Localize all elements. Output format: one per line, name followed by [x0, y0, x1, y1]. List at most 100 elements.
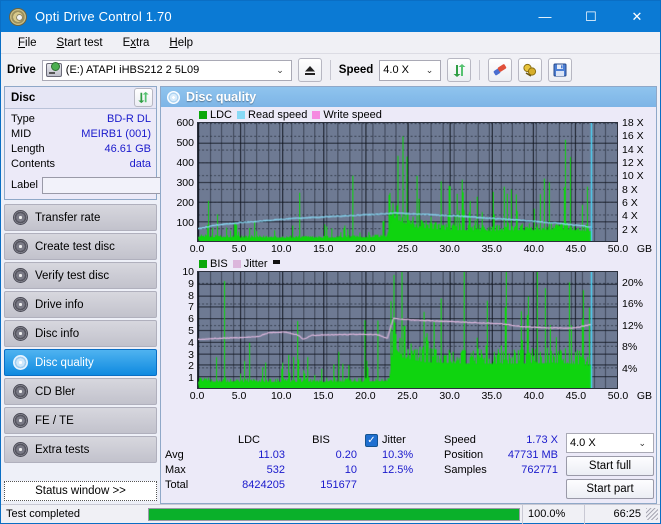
legend-swatch: [237, 111, 246, 119]
toolbar-separator: [329, 60, 331, 80]
stats-header-bis: BIS: [312, 434, 330, 446]
disc-icon: [13, 384, 28, 399]
eject-button[interactable]: [297, 58, 322, 82]
y2-tick-label: 12 X: [622, 157, 644, 169]
sidebar-item-drive-info[interactable]: Drive info: [4, 291, 157, 318]
clamp-button[interactable]: [518, 58, 543, 82]
resize-grip[interactable]: [646, 508, 658, 520]
disc-row-contents: Contents data: [11, 157, 151, 172]
jitter-values: Jitter 10.3% 12.5%: [382, 433, 434, 499]
disc-row-key: Type: [11, 113, 35, 125]
jitter-value-max: 12.5%: [382, 464, 414, 476]
sidebar-item-transfer-rate[interactable]: Transfer rate: [4, 204, 157, 231]
x-tick-label: 25.0: [397, 390, 418, 402]
stats-bis-max: 10: [344, 464, 357, 476]
sidebar-item-disc-quality[interactable]: Disc quality: [4, 349, 157, 376]
y2-tick-label: 2 X: [622, 223, 638, 236]
bis-percent-axis: 4% 8% 12% 16% 20%: [618, 271, 654, 389]
start-full-button[interactable]: Start full: [566, 456, 654, 476]
ldc-plot-area[interactable]: [197, 122, 618, 242]
disc-properties: Type BD-R DL MID MEIRB1 (001) Length 46.…: [5, 109, 245, 199]
speed-select-value: 4.0 X: [383, 64, 409, 76]
bis-x-axis: GB 0.0 5.0 10.0 15.0 20.0 25.0 30.0 35.0 40.0 45.…: [190, 389, 652, 404]
disc-refresh-button[interactable]: [134, 88, 153, 107]
y-tick-label: 600: [176, 117, 194, 129]
erase-button[interactable]: [488, 58, 513, 82]
disc-icon: [13, 239, 28, 254]
disc-icon: [13, 297, 28, 312]
toolbar-separator: [479, 60, 481, 80]
maximize-button[interactable]: ☐: [568, 1, 614, 32]
disc-label-row: Label: [11, 175, 245, 195]
test-speed-select[interactable]: 4.0 X ⌄: [566, 433, 654, 453]
menu-start-test[interactable]: Start test: [48, 34, 112, 52]
legend-label: Write speed: [323, 109, 382, 121]
stats-row-labels: Avg Max Total: [165, 433, 213, 499]
x-tick-label: 50.0: [607, 243, 629, 255]
test-info-table: Speed 1.73 X Position 47731 MB Samples 7…: [444, 433, 558, 499]
sidebar-item-create-test-disc[interactable]: Create test disc: [4, 233, 157, 260]
stats-header-ldc: LDC: [237, 434, 260, 446]
legend-item-bis: BIS: [199, 258, 228, 270]
sidebar-item-cd-bler[interactable]: CD Bler: [4, 378, 157, 405]
disc-info-panel: Disc Type BD-R DL MID MEIRB1 (001) Lengt…: [4, 86, 245, 200]
y-tick-label: 2: [188, 360, 194, 373]
menu-extra-label: tra: [136, 36, 150, 49]
sidebar-item-label: Disc info: [35, 327, 80, 340]
window-title: Opti Drive Control 1.70: [35, 9, 172, 24]
legend-swatch: [199, 260, 207, 268]
x-tick-label: 35.0: [481, 390, 502, 402]
y-tick-label: 100: [176, 217, 194, 229]
start-part-button[interactable]: Start part: [566, 479, 654, 499]
y-tick-label: 5: [188, 325, 194, 337]
jitter-checkbox[interactable]: ✓: [365, 434, 378, 447]
y-tick-label: 9: [188, 277, 194, 290]
save-button[interactable]: [548, 58, 573, 82]
y-tick-label: 3: [188, 348, 194, 361]
bis-plot-area[interactable]: [197, 271, 618, 389]
sidebar-item-fe-te[interactable]: FE / TE: [4, 407, 157, 434]
legend-item-ldc: LDC: [199, 109, 232, 121]
y2-tick-label: 4%: [622, 362, 638, 375]
menu-file-label: ile: [25, 36, 37, 49]
speed-select[interactable]: 4.0 X ⌄: [379, 59, 442, 81]
menu-file[interactable]: File: [9, 34, 46, 52]
bis-x-unit: GB: [636, 390, 652, 402]
drive-select[interactable]: (E:) ATAPI iHBS212 2 5L09 ⌄: [41, 59, 292, 81]
status-window-button[interactable]: Status window >>: [4, 481, 157, 501]
x-tick-label: 35.0: [481, 243, 502, 255]
y2-tick-label: 20%: [622, 276, 644, 289]
x-tick-label: 40.0: [523, 243, 545, 255]
sidebar-item-extra-tests[interactable]: Extra tests: [4, 436, 157, 463]
y-tick-label: 7: [188, 301, 194, 314]
y2-tick-label: 16%: [622, 298, 644, 311]
disc-icon: [13, 268, 28, 283]
refresh-button[interactable]: [447, 58, 472, 82]
info-row-samples: Samples 762771: [444, 463, 558, 478]
y-tick-label: 6: [188, 313, 194, 326]
statistics-panel: Avg Max Total LDC 11.03 532 8424205 BIS …: [161, 430, 656, 503]
menu-extra[interactable]: Extra: [114, 34, 159, 52]
close-button[interactable]: ✕: [614, 1, 660, 32]
bis-legend: BIS Jitter: [163, 257, 654, 271]
content-area: Disc Type BD-R DL MID MEIRB1 (001) Lengt…: [1, 86, 660, 504]
y-tick-label: 10: [182, 266, 194, 278]
chevron-down-icon: ⌄: [638, 437, 646, 448]
sidebar-item-disc-info[interactable]: Disc info: [4, 320, 157, 347]
x-tick-label: 20.0: [355, 243, 376, 255]
main-panel: Disc quality LDC Read speed Write speed …: [160, 86, 657, 504]
y2-tick-label: 18 X: [622, 117, 644, 129]
test-speed-value: 4.0 X: [570, 437, 596, 449]
error-stats-table: Avg Max Total LDC 11.03 532 8424205 BIS …: [165, 433, 357, 499]
minimize-button[interactable]: —: [522, 1, 568, 32]
drive-icon: [45, 62, 62, 77]
eject-icon: [304, 65, 315, 75]
disc-row-length: Length 46.61 GB: [11, 142, 151, 157]
sidebar-item-verify-test-disc[interactable]: Verify test disc: [4, 262, 157, 289]
disc-icon: [13, 326, 28, 341]
page-title: Disc quality: [186, 90, 257, 104]
sidebar-item-label: FE / TE: [35, 414, 74, 427]
x-tick-label: 0.0: [189, 243, 205, 255]
menu-help[interactable]: Help: [160, 34, 202, 52]
